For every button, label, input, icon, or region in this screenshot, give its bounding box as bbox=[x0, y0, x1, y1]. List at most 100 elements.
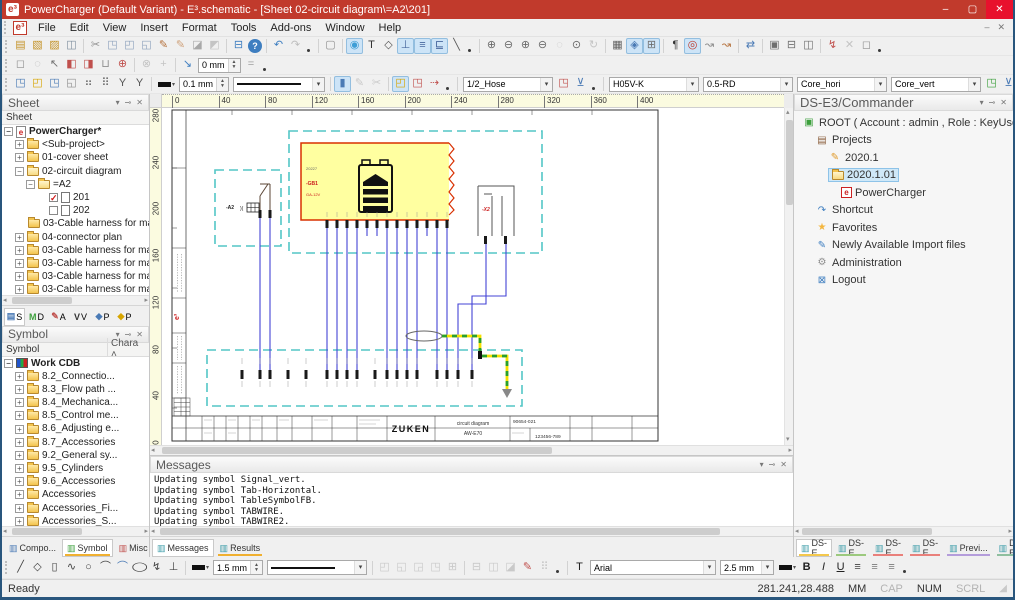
pin-group-2-icon[interactable]: ⠿ bbox=[97, 76, 114, 92]
close-button[interactable]: ✕ bbox=[986, 0, 1013, 19]
tree-item-201[interactable]: 201 bbox=[2, 191, 149, 204]
remove-icon[interactable]: ✕ bbox=[841, 38, 858, 54]
tree-item-a2[interactable]: −=A2 bbox=[2, 178, 149, 191]
combo-dropdown-icon[interactable]: ▾ bbox=[312, 78, 324, 91]
sheet-column-header[interactable]: Sheet bbox=[2, 111, 149, 125]
swap-signals-icon[interactable]: ⇄ bbox=[742, 38, 759, 54]
snap-icon[interactable]: ⊞ bbox=[643, 38, 660, 54]
redline-ellipse-icon[interactable]: ◌ bbox=[29, 57, 46, 73]
tree-item-work-cdb[interactable]: −Work CDB bbox=[2, 357, 149, 370]
dock-tab-s[interactable]: ▤S bbox=[4, 308, 25, 326]
print-icon[interactable]: ⊟ bbox=[230, 38, 247, 54]
swatch-dropdown-icon[interactable]: ▾ bbox=[172, 81, 175, 88]
commander-panel-pin-icon[interactable]: ⊸ bbox=[989, 98, 996, 107]
toolbar-handle[interactable] bbox=[5, 561, 9, 574]
tree-item-8-2-connectio[interactable]: +8.2_Connectio... bbox=[2, 370, 149, 383]
tab-results[interactable]: ▥Results bbox=[215, 539, 266, 557]
hose-assign-icon[interactable]: ◳ bbox=[555, 76, 572, 92]
tree-item-03-cable-harness-for-manufac[interactable]: +03-Cable harness for manufac bbox=[2, 257, 149, 270]
expander-plus-icon[interactable]: + bbox=[15, 464, 24, 473]
status-units[interactable]: MM bbox=[848, 583, 866, 595]
bundle-1-icon[interactable]: ◳ bbox=[12, 76, 29, 92]
battery-device-block[interactable]: 20227 -GB1 GA-12V bbox=[301, 143, 454, 220]
tree-item-03-cable-harness-for-manufac[interactable]: +03-Cable harness for manufac bbox=[2, 244, 149, 257]
dock-tab-d[interactable]: MD bbox=[26, 308, 47, 326]
tree-item-02-circuit-diagram[interactable]: −02-circuit diagram bbox=[2, 165, 149, 178]
align-grid-icon[interactable]: ⊞ bbox=[444, 560, 461, 576]
combo-dropdown-icon[interactable]: ▾ bbox=[703, 561, 715, 574]
canvas-hscrollbar[interactable]: ◂ ▸ bbox=[150, 445, 793, 455]
minimize-button[interactable]: – bbox=[932, 0, 959, 19]
dock-tab-p[interactable]: ◆P bbox=[114, 308, 135, 326]
commander-panel-menu-icon[interactable]: ▾ bbox=[980, 98, 984, 107]
menubar-handle[interactable] bbox=[4, 21, 8, 34]
scroll-up-icon[interactable]: ▴ bbox=[786, 108, 790, 118]
redo-icon[interactable]: ↷ bbox=[287, 38, 304, 54]
menu-format[interactable]: Format bbox=[175, 22, 224, 34]
scroll-left-icon[interactable]: ◂ bbox=[795, 527, 799, 537]
menu-insert[interactable]: Insert bbox=[133, 22, 175, 34]
shape-line-icon[interactable]: ╱ bbox=[12, 560, 29, 576]
commander-hscrollbar[interactable]: ◂ ▸ bbox=[794, 526, 1013, 536]
sheet-hscrollbar[interactable]: ◂ ▸ bbox=[2, 295, 149, 305]
zoom-minus-icon[interactable]: ⊖ bbox=[534, 38, 551, 54]
bundle-3-icon[interactable]: ◳ bbox=[46, 76, 63, 92]
text-style-icon[interactable]: T bbox=[571, 560, 588, 576]
tab-ds-e[interactable]: ▥DS-E... bbox=[907, 539, 943, 557]
tree-item-9-6-accessories[interactable]: +9.6_Accessories bbox=[2, 475, 149, 488]
commander-item-2020-1[interactable]: ✎2020.1 bbox=[794, 149, 1013, 167]
scroll-right-icon[interactable]: ▸ bbox=[788, 446, 792, 456]
expander-plus-icon[interactable]: + bbox=[15, 246, 24, 255]
zoom-plus-icon[interactable]: ⊕ bbox=[517, 38, 534, 54]
scroll-left-icon[interactable]: ◂ bbox=[151, 446, 155, 456]
expander-plus-icon[interactable]: + bbox=[15, 140, 24, 149]
new-window-icon[interactable]: ▣ bbox=[766, 38, 783, 54]
toolbar-handle[interactable] bbox=[5, 40, 9, 53]
handle-grid-icon[interactable]: ⠿ bbox=[536, 560, 553, 576]
level-icon[interactable]: = bbox=[243, 57, 260, 73]
dock-right-icon[interactable]: ◨ bbox=[80, 57, 97, 73]
connect-line-icon[interactable]: ↝ bbox=[701, 38, 718, 54]
expander-plus-icon[interactable]: + bbox=[15, 153, 24, 162]
expander-plus-icon[interactable]: + bbox=[15, 438, 24, 447]
tree-item-powercharger[interactable]: −ePowerCharger* bbox=[2, 125, 149, 138]
hose-funnel-icon[interactable]: ⊻ bbox=[572, 76, 589, 92]
origin-cross-icon[interactable]: ⊕ bbox=[114, 57, 131, 73]
core-assign-icon[interactable]: ◳ bbox=[983, 76, 1000, 92]
tab-previ[interactable]: ▥Previ... bbox=[944, 539, 993, 557]
open-project-icon[interactable]: ▨ bbox=[46, 38, 63, 54]
wire-edit-icon[interactable]: ✎ bbox=[351, 76, 368, 92]
tab-messages[interactable]: ▥Messages bbox=[152, 539, 214, 557]
to-front-icon[interactable]: ◲ bbox=[410, 560, 427, 576]
core-hori-combo[interactable]: Core_hori▾ bbox=[797, 77, 887, 92]
drawing-area[interactable]: e³ bbox=[162, 108, 784, 445]
shape-circle-icon[interactable]: ○ bbox=[80, 560, 97, 576]
shape-ellipse-icon[interactable]: ◯ bbox=[128, 561, 150, 574]
shape-dimension-icon[interactable]: ⊥ bbox=[165, 560, 182, 576]
line-style-combo[interactable]: ▾ bbox=[233, 77, 325, 92]
wire-cut-icon[interactable]: ✂ bbox=[368, 76, 385, 92]
open-sheet-icon[interactable]: ▧ bbox=[29, 38, 46, 54]
underline-icon[interactable]: U bbox=[832, 560, 849, 576]
tree-item-sub-project[interactable]: +<Sub-project> bbox=[2, 138, 149, 151]
combo-dropdown-icon[interactable]: ▾ bbox=[780, 78, 792, 91]
bold-icon[interactable]: B bbox=[798, 560, 815, 576]
pan-icon[interactable]: ◈ bbox=[626, 38, 643, 54]
expander-plus-icon[interactable]: + bbox=[15, 425, 24, 434]
expander-plus-icon[interactable]: + bbox=[15, 490, 24, 499]
messages-log[interactable]: Updating symbol Signal_vert.Updating sym… bbox=[150, 473, 793, 526]
ungroup-icon[interactable]: ◱ bbox=[393, 560, 410, 576]
hose-combo[interactable]: 1/2_Hose▾ bbox=[463, 77, 553, 92]
line-tool-icon[interactable]: ╲ bbox=[448, 38, 465, 54]
expander-minus-icon[interactable]: − bbox=[26, 180, 35, 189]
swatch-dropdown-icon[interactable]: ▾ bbox=[206, 564, 209, 571]
bus-tool-icon[interactable]: ≡ bbox=[414, 38, 431, 54]
tree-item-8-5-control-me[interactable]: +8.5_Control me... bbox=[2, 409, 149, 422]
cut-icon[interactable]: ✂ bbox=[87, 38, 104, 54]
commander-item-newly-available-import-files[interactable]: ✎Newly Available Import files bbox=[794, 237, 1013, 255]
split-horizontal-icon[interactable]: ⊟ bbox=[783, 38, 800, 54]
menu-help[interactable]: Help bbox=[372, 22, 409, 34]
expander-minus-icon[interactable]: − bbox=[4, 127, 13, 136]
clipboard-icon[interactable]: ◪ bbox=[189, 38, 206, 54]
tree-item-8-7-accessories[interactable]: +8.7_Accessories bbox=[2, 436, 149, 449]
